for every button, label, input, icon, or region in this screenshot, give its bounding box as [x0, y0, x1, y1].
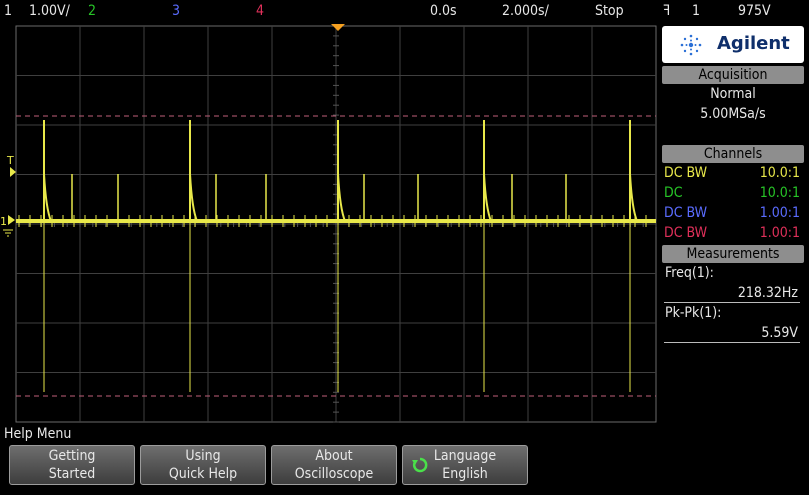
channel-row-4: DC BW 1.00:1: [664, 225, 800, 243]
measurement-value-freq: 218.32Hz: [664, 284, 800, 303]
channel-row-3: DC BW 1.00:1: [664, 205, 800, 223]
channel-coupling: DC BW: [664, 165, 708, 181]
channel-row-1: DC BW 10.0:1: [664, 165, 800, 183]
channel-1-scale[interactable]: 1.00V/: [29, 3, 70, 19]
waveform-display[interactable]: T 1: [0, 24, 658, 424]
trigger-channel: 1: [692, 3, 701, 19]
info-panel: Agilent Acquisition Normal 5.00MSa/s Cha…: [660, 24, 809, 424]
sample-rate: 5.00MSa/s: [700, 106, 766, 122]
using-quick-help-button[interactable]: Using Quick Help: [140, 445, 266, 485]
channel-4-label[interactable]: 4: [256, 3, 264, 19]
time-position[interactable]: 0.0s: [430, 3, 457, 19]
time-scale[interactable]: 2.000s/: [502, 3, 549, 19]
trigger-edge-icon: ꟻ: [663, 3, 671, 19]
channel-2-label[interactable]: 2: [88, 3, 96, 19]
channel-probe: 10.0:1: [759, 185, 800, 201]
trigger-level-marker: T: [6, 154, 14, 167]
channel-1-label[interactable]: 1: [4, 3, 12, 19]
channel-row-2: DC 10.0:1: [664, 185, 800, 203]
brand-logo: Agilent: [662, 26, 804, 63]
acquisition-header: Acquisition: [662, 66, 804, 84]
language-button[interactable]: Language English: [402, 445, 528, 485]
channel-probe: 10.0:1: [759, 165, 800, 181]
menu-title: Help Menu: [4, 426, 72, 442]
channel-3-label[interactable]: 3: [172, 3, 180, 19]
channel-coupling: DC BW: [664, 225, 708, 241]
spark-icon: [680, 34, 702, 56]
channel-probe: 1.00:1: [759, 205, 800, 221]
about-oscilloscope-button[interactable]: About Oscilloscope: [271, 445, 397, 485]
channel-probe: 1.00:1: [759, 225, 800, 241]
measurement-value-pkpk: 5.59V: [664, 324, 800, 343]
getting-started-button[interactable]: Getting Started: [9, 445, 135, 485]
graticule: T 1: [0, 24, 657, 423]
measurements-header: Measurements: [662, 245, 804, 263]
rotate-arrow-icon: [412, 457, 428, 473]
status-bar: 1 1.00V/ 2 3 4 0.0s 2.000s/ Stop ꟻ 1 975…: [0, 0, 809, 24]
run-state: Stop: [595, 3, 624, 19]
measurement-label-pkpk: Pk-Pk(1):: [665, 305, 722, 321]
channel-coupling: DC BW: [664, 205, 708, 221]
acquisition-mode: Normal: [710, 86, 756, 102]
channel-1-ground-marker: 1: [0, 215, 7, 228]
trigger-position-marker: [331, 24, 345, 31]
channels-header: Channels: [662, 145, 804, 163]
channel-coupling: DC: [664, 185, 683, 201]
trigger-level: 975V: [738, 3, 771, 19]
measurement-label-freq: Freq(1):: [665, 265, 714, 281]
brand-name: Agilent: [717, 33, 790, 54]
